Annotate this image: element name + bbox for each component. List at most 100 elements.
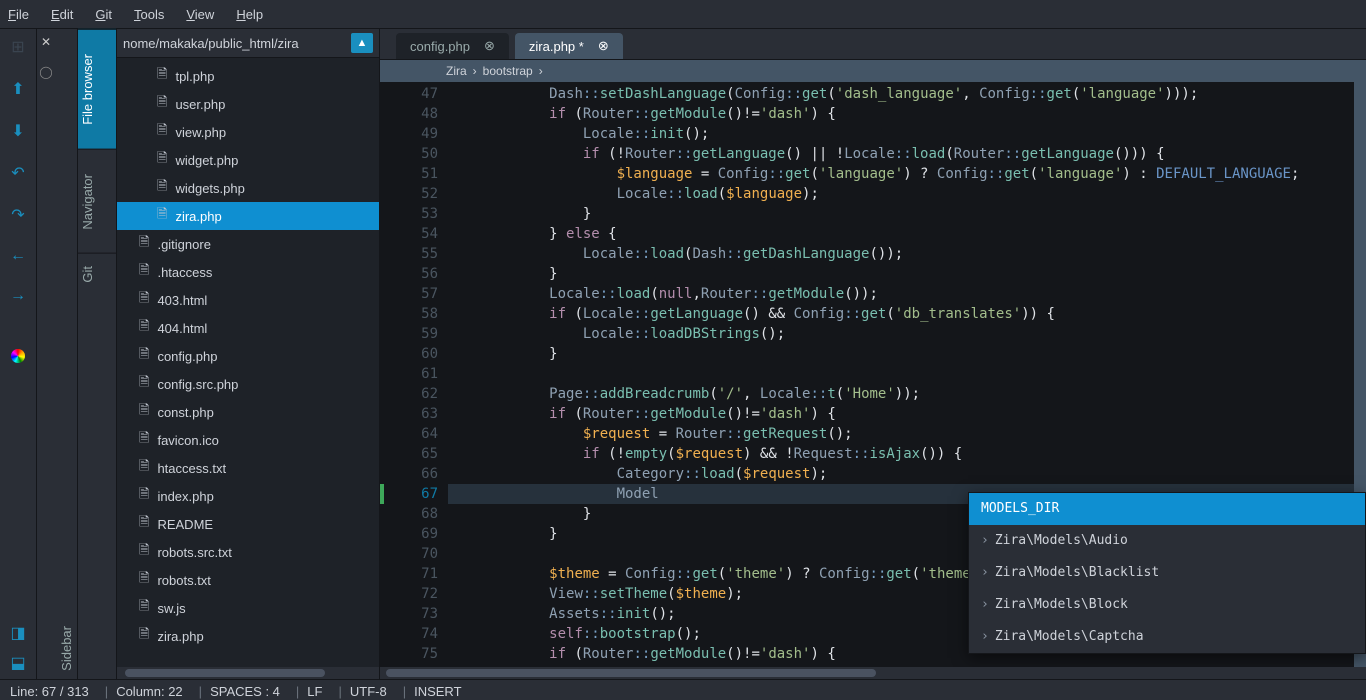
file-icon: 🗎 [139, 569, 149, 591]
file-tree-item[interactable]: 🗎404.html [117, 314, 379, 342]
completion-item[interactable]: ›Zira\Models\Block [969, 589, 1365, 621]
file-tree-item[interactable]: 🗎 favicon.ico [117, 426, 379, 454]
upload-icon[interactable]: ⬆ [11, 79, 24, 99]
breadcrumb-seg[interactable]: bootstrap [483, 64, 533, 78]
completion-label: MODELS_DIR [981, 501, 1059, 516]
file-tree-item[interactable]: 🗎zira.php [117, 622, 379, 650]
file-tree-item[interactable]: 🗎robots.txt [117, 566, 379, 594]
file-name: user.php [175, 97, 225, 112]
file-tree-item[interactable]: 🗎 view.php [117, 118, 379, 146]
menu-tools[interactable]: Tools [134, 7, 164, 22]
menu-view[interactable]: View [186, 7, 214, 22]
completion-label: Zira\Models\Blacklist [995, 565, 1159, 580]
status-mode[interactable]: INSERT [414, 684, 461, 699]
tab-close-icon[interactable]: ⊗ [484, 38, 495, 54]
tab-git[interactable]: Git [78, 253, 116, 295]
close-icon[interactable]: ✕ [41, 35, 51, 49]
menu-bar: File Edit Git Tools View Help [0, 0, 1366, 29]
menu-git[interactable]: Git [95, 7, 112, 22]
file-tree-item[interactable]: 🗎tpl.php [117, 62, 379, 90]
file-icon: 🗎 [139, 233, 149, 255]
completion-item[interactable]: ›Zira\Models\Audio [969, 525, 1365, 557]
menu-help[interactable]: Help [236, 7, 263, 22]
layout-stack-icon[interactable]: ⬓ [10, 653, 25, 673]
completion-label: Zira\Models\Block [995, 597, 1128, 612]
editor-tab[interactable]: config.php⊗ [396, 33, 509, 59]
menu-file[interactable]: File [8, 7, 29, 22]
file-browser-hscroll[interactable] [117, 667, 379, 679]
file-name: .htaccess [157, 265, 212, 280]
file-browser-path[interactable]: nome/makaka/public_html/zira [123, 36, 351, 51]
file-tree-item[interactable]: 🗎.htaccess [117, 258, 379, 286]
editor-tabs: config.php⊗ zira.php * ⊗ [380, 29, 1366, 60]
file-tree-item[interactable]: 🗎 user.php [117, 90, 379, 118]
editor-hscroll[interactable] [380, 667, 1366, 679]
status-line[interactable]: Line: 67 / 313 [10, 684, 89, 699]
file-tree-item[interactable]: 🗎zira.php [117, 202, 379, 230]
circle-icon[interactable]: ◯ [39, 65, 52, 79]
tab-file-browser[interactable]: File browser [78, 29, 116, 149]
layout-split-icon[interactable]: ◨ [10, 623, 25, 643]
file-icon: 🗎 [139, 345, 149, 367]
file-name: favicon.ico [157, 433, 218, 448]
menu-edit[interactable]: Edit [51, 7, 73, 22]
completion-item[interactable]: ›Zira\Models\Blacklist [969, 557, 1365, 589]
file-browser-path-bar: nome/makaka/public_html/zira ▲ [117, 29, 379, 58]
file-tree-item[interactable]: 🗎index.php [117, 482, 379, 510]
sidebar-toggle[interactable]: Sidebar [55, 29, 78, 679]
file-name: 403.html [157, 293, 207, 308]
file-tree-item[interactable]: 🗎widget.php [117, 146, 379, 174]
file-name: sw.js [157, 601, 185, 616]
path-up-icon[interactable]: ▲ [351, 33, 373, 53]
file-tree-item[interactable]: 🗎README [117, 510, 379, 538]
completion-item[interactable]: ›Zira\Models\Captcha [969, 621, 1365, 653]
completion-label: Zira\Models\Captcha [995, 629, 1144, 644]
file-icon: 🗎 [157, 149, 167, 171]
completion-label: Zira\Models\Audio [995, 533, 1128, 548]
file-name: htaccess.txt [157, 461, 226, 476]
file-icon: 🗎 [157, 121, 167, 143]
download-icon[interactable]: ⬇ [11, 121, 24, 141]
completion-item[interactable]: MODELS_DIR [969, 493, 1365, 525]
breadcrumb[interactable]: Zira › bootstrap › [380, 60, 1366, 82]
file-tree-item[interactable]: 🗎config.php [117, 342, 379, 370]
file-tree-item[interactable]: 🗎robots.src.txt [117, 538, 379, 566]
status-encoding[interactable]: UTF-8 [350, 684, 387, 699]
file-icon: 🗎 [157, 93, 167, 115]
file-tree-item[interactable]: 🗎 htaccess.txt [117, 454, 379, 482]
undo-icon[interactable]: ↶ [11, 163, 24, 183]
file-name: config.src.php [157, 377, 238, 392]
status-column[interactable]: Column: 22 [116, 684, 182, 699]
back-icon[interactable]: ← [10, 247, 26, 265]
toolbar-divider: ⊞ [11, 37, 24, 57]
file-icon: 🗎 [157, 65, 167, 87]
redo-icon[interactable]: ↷ [11, 205, 24, 225]
forward-icon[interactable]: → [10, 287, 26, 305]
code-area[interactable]: 4748495051525354555657585960616263646566… [380, 82, 1366, 667]
tab-navigator[interactable]: Navigator [78, 149, 116, 254]
color-picker-icon[interactable] [11, 349, 25, 363]
file-tree-item[interactable]: 🗎 config.src.php [117, 370, 379, 398]
file-name: view.php [175, 125, 226, 140]
file-tree-item[interactable]: 🗎 403.html [117, 286, 379, 314]
file-tree-item[interactable]: 🗎.gitignore [117, 230, 379, 258]
file-tree-item[interactable]: 🗎sw.js [117, 594, 379, 622]
breadcrumb-seg[interactable]: Zira [446, 64, 467, 78]
autocomplete-popup[interactable]: MODELS_DIR›Zira\Models\Audio›Zira\Models… [968, 492, 1366, 654]
file-tree[interactable]: 🗎tpl.php🗎user.php🗎view.php🗎widget.php🗎wi… [117, 58, 379, 667]
tab-close-icon[interactable]: ⊗ [598, 38, 609, 54]
status-eol[interactable]: LF [307, 684, 322, 699]
file-tree-item[interactable]: 🗎widgets.php [117, 174, 379, 202]
status-spaces[interactable]: SPACES : 4 [210, 684, 280, 699]
sidebar-label: Sidebar [59, 618, 74, 679]
editor-tab[interactable]: zira.php * ⊗ [515, 33, 623, 59]
file-name: zira.php [157, 629, 203, 644]
file-tree-item[interactable]: 🗎const.php [117, 398, 379, 426]
file-icon: 🗎 [139, 457, 149, 479]
file-icon: 🗎 [139, 373, 149, 395]
tab-label: zira.php * [529, 39, 584, 54]
file-icon: 🗎 [139, 289, 149, 311]
file-icon: 🗎 [139, 485, 149, 507]
file-icon: 🗎 [139, 429, 149, 451]
file-name: const.php [157, 405, 213, 420]
